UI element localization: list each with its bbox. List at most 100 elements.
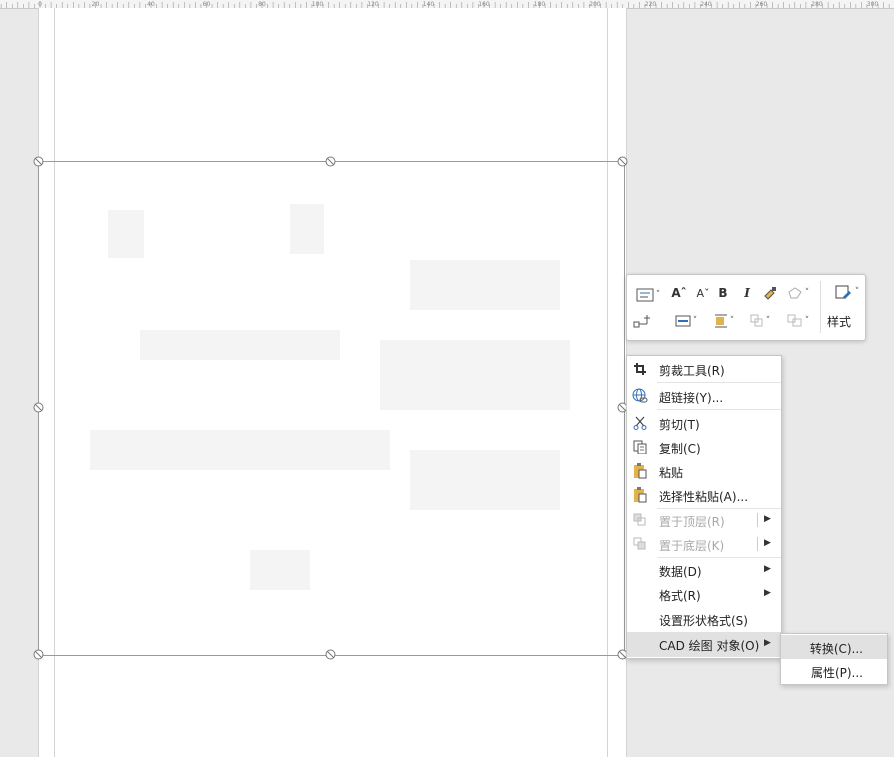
grow-font-button[interactable]: Aˆ [671, 283, 687, 303]
copy-icon [632, 439, 648, 455]
menu-item-label: 格式(R) [659, 589, 701, 603]
resize-handle-left[interactable] [33, 402, 44, 413]
bring-forward-button[interactable]: ˅ [745, 311, 775, 331]
paste-icon [632, 463, 648, 479]
ruler-label: 120 [367, 1, 379, 8]
ruler-label: 0 [38, 1, 42, 8]
submenu-item-properties[interactable]: 属性(P)... [781, 659, 887, 683]
menu-item-label: 置于底层(K) [659, 539, 725, 553]
resize-handle-top[interactable] [325, 156, 336, 167]
bring-forward-icon [750, 314, 763, 327]
scissors-icon [632, 415, 648, 431]
menu-item-label: 剪切(T) [659, 418, 700, 432]
ruler-label: 100 [312, 1, 324, 8]
menu-item-crop[interactable]: 剪裁工具(R) [627, 357, 781, 381]
menu-separator [657, 382, 781, 383]
submenu-arrow-icon: ▶ [764, 538, 771, 548]
hyperlink-icon [632, 388, 648, 404]
submenu-arrow-icon: ▶ [764, 588, 771, 598]
menu-item-data[interactable]: 数据(D) ▶ [627, 558, 781, 582]
shrink-font-button[interactable]: Aˇ [695, 283, 711, 303]
edit-points-icon [633, 315, 650, 328]
format-painter-button[interactable] [761, 283, 779, 303]
shape-outline-button[interactable]: ˅ [781, 283, 815, 303]
menu-item-format-shape[interactable]: 设置形状格式(S) [627, 607, 781, 631]
resize-handle-top-right[interactable] [617, 156, 628, 167]
chevron-down-icon: ˅ [692, 316, 698, 326]
menu-item-label: 粘贴 [659, 466, 684, 480]
styles-label: 样式 [827, 315, 852, 329]
wrap-text-icon [714, 314, 727, 328]
ruler-label: 200 [589, 1, 601, 8]
bold-icon: B [718, 286, 728, 300]
wrap-text-button[interactable]: ˅ [709, 311, 739, 331]
chevron-down-icon: ˅ [804, 288, 810, 298]
menu-item-send-to-back[interactable]: 置于底层(K) ▶ [627, 532, 781, 556]
ruler-label: 240 [700, 1, 712, 8]
submenu-item-label: 属性(P)... [810, 666, 863, 680]
submenu-item-convert[interactable]: 转换(C)... [781, 635, 887, 659]
send-backward-button[interactable]: ˅ [781, 311, 815, 331]
submenu-arrow-icon: ▶ [764, 638, 771, 648]
resize-handle-bottom[interactable] [325, 649, 336, 660]
edit-points-button[interactable] [631, 311, 653, 331]
send-backward-icon [787, 314, 802, 327]
cad-object-submenu: 转换(C)... 属性(P)... [780, 633, 888, 685]
ruler-label: 160 [478, 1, 490, 8]
ruler-label: 260 [756, 1, 768, 8]
chevron-down-icon: ˅ [804, 316, 810, 326]
submenu-arrow-icon: ▶ [764, 564, 771, 574]
ruler-label: 300 [867, 1, 879, 8]
chevron-down-icon: ˅ [765, 316, 771, 326]
ruler-label: 40 [147, 1, 155, 8]
italic-icon: I [744, 286, 750, 300]
menu-item-label: CAD 绘图 对象(O) [659, 639, 760, 653]
ruler-label: 60 [203, 1, 211, 8]
text-box-icon [636, 288, 654, 302]
align-button[interactable]: ˅ [671, 311, 701, 331]
chevron-down-icon: ˅ [729, 316, 735, 326]
menu-item-label: 数据(D) [659, 565, 702, 579]
menu-separator [657, 409, 781, 410]
menu-item-label: 选择性粘贴(A)... [659, 490, 749, 504]
crop-icon [632, 361, 648, 377]
menu-item-bring-to-front[interactable]: 置于顶层(R) ▶ [627, 508, 781, 532]
styles-button[interactable]: ˅ [831, 281, 861, 303]
italic-button[interactable]: I [739, 283, 755, 303]
context-menu: 剪裁工具(R) 超链接(Y)... 剪切(T) 复制(C) 粘贴 选择性粘贴(A… [626, 355, 782, 659]
toolbar-divider [820, 281, 821, 333]
ruler-ticks: 0 20 40 60 80 100 120 140 160 180 200 220 240 260 280 3… [0, 1, 890, 8]
menu-item-label: 设置形状格式(S) [659, 614, 748, 628]
shrink-font-icon: Aˇ [696, 286, 710, 300]
split-divider [757, 537, 758, 551]
ruler-label: 220 [645, 1, 657, 8]
shape-outline-icon [788, 287, 802, 299]
mini-toolbar: ˅ Aˆ Aˇ B I ˅ ˅ ˅ ˅ ˅ ˅ 样式 [626, 274, 866, 341]
format-painter-icon [764, 287, 776, 300]
submenu-arrow-icon: ▶ [764, 514, 771, 524]
selection-frame [38, 161, 625, 656]
text-box-button[interactable]: ˅ [631, 285, 665, 305]
menu-item-hyperlink[interactable]: 超链接(Y)... [627, 384, 781, 408]
menu-item-cut[interactable]: 剪切(T) [627, 411, 781, 435]
menu-item-format[interactable]: 格式(R) ▶ [627, 582, 781, 606]
shape-styles-icon [835, 285, 851, 299]
bold-button[interactable]: B [715, 283, 731, 303]
menu-item-label: 置于顶层(R) [659, 515, 725, 529]
chevron-down-icon: ˅ [655, 290, 661, 300]
resize-handle-bottom-left[interactable] [33, 649, 44, 660]
ruler-label: 280 [811, 1, 823, 8]
menu-item-cad-drawing-object[interactable]: CAD 绘图 对象(O) ▶ [627, 632, 781, 657]
menu-item-paste[interactable]: 粘贴 [627, 459, 781, 483]
menu-item-label: 剪裁工具(R) [659, 364, 725, 378]
send-to-back-icon [632, 536, 648, 552]
ruler-label: 80 [258, 1, 266, 8]
ruler-label: 180 [534, 1, 546, 8]
chevron-down-icon: ˅ [854, 287, 860, 297]
ruler-label: 140 [423, 1, 435, 8]
ruler-label: 20 [92, 1, 100, 8]
paste-special-icon [632, 487, 648, 503]
resize-handle-top-left[interactable] [33, 156, 44, 167]
menu-item-copy[interactable]: 复制(C) [627, 435, 781, 459]
menu-item-paste-special[interactable]: 选择性粘贴(A)... [627, 483, 781, 507]
